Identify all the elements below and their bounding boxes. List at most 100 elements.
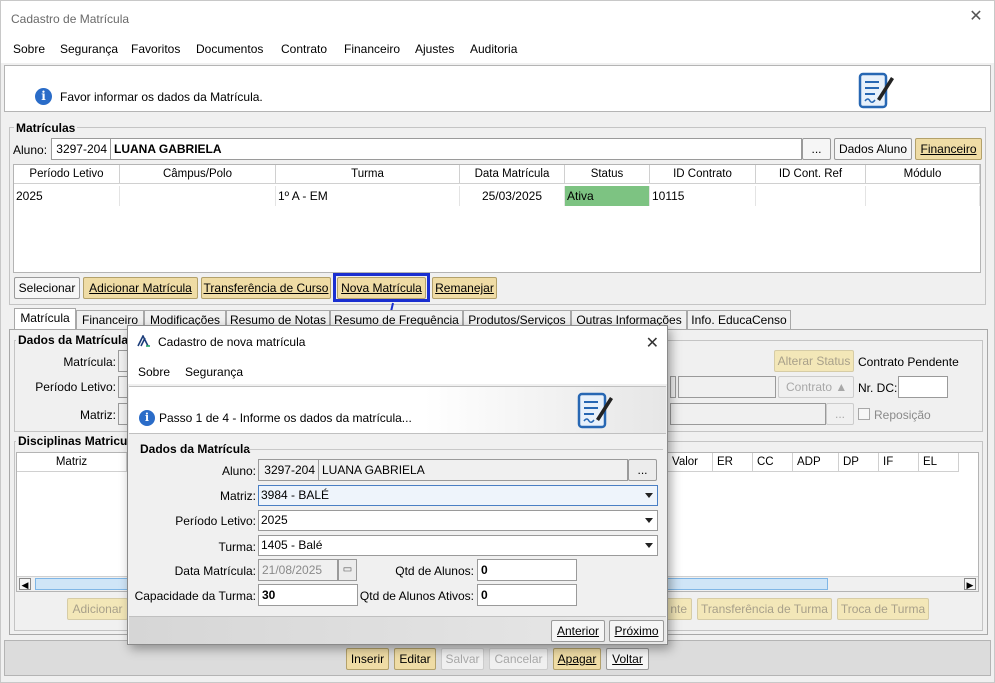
col-header-status[interactable]: Status bbox=[565, 165, 650, 184]
aluno-name-field[interactable]: LUANA GABRIELA bbox=[110, 138, 802, 160]
contrato-label: Contrato bbox=[786, 380, 833, 394]
document-edit-icon bbox=[858, 72, 894, 109]
periodo-label: Período Letivo: bbox=[35, 380, 116, 394]
dialog-menu-sobre[interactable]: Sobre bbox=[138, 365, 170, 379]
col-header-campus[interactable]: Câmpus/Polo bbox=[120, 165, 276, 184]
cell-status: Ativa bbox=[565, 186, 650, 206]
dialog-group-label: Dados da Matrícula bbox=[140, 442, 251, 456]
col-header-if[interactable]: IF bbox=[879, 453, 919, 472]
dialog-title-bar: Cadastro de nova matrícula ✕ bbox=[128, 326, 667, 358]
adicionar-matricula-button[interactable]: Adicionar Matrícula bbox=[83, 277, 198, 299]
menu-auditoria[interactable]: Auditoria bbox=[470, 42, 517, 56]
menu-seguranca[interactable]: Segurança bbox=[60, 42, 118, 56]
troca-turma-button[interactable]: Troca de Turma bbox=[837, 598, 929, 620]
selecionar-button[interactable]: Selecionar bbox=[14, 277, 80, 299]
menu-ajustes[interactable]: Ajustes bbox=[415, 42, 454, 56]
col-header-cc[interactable]: CC bbox=[753, 453, 793, 472]
inserir-button[interactable]: Inserir bbox=[346, 648, 389, 670]
matricula-label: Matrícula: bbox=[63, 355, 116, 369]
col-header-turma[interactable]: Turma bbox=[276, 165, 460, 184]
remanejar-button[interactable]: Remanejar bbox=[432, 277, 497, 299]
menu-contrato[interactable]: Contrato bbox=[281, 42, 327, 56]
alterar-status-button[interactable]: Alterar Status bbox=[774, 350, 854, 372]
scroll-left-icon[interactable]: ◀ bbox=[19, 578, 31, 590]
col-header-id-ref[interactable]: ID Cont. Ref bbox=[756, 165, 866, 184]
field-stub-1[interactable] bbox=[670, 376, 676, 398]
dialog-qtd-ativos-field[interactable]: 0 bbox=[477, 584, 577, 606]
dialog-menu-seguranca[interactable]: Segurança bbox=[185, 365, 243, 379]
proximo-button[interactable]: Próximo bbox=[609, 620, 664, 642]
dados-aluno-button[interactable]: Dados Aluno bbox=[834, 138, 912, 160]
aluno-search-button[interactable]: ... bbox=[802, 138, 831, 160]
col-header-dp[interactable]: DP bbox=[839, 453, 879, 472]
chevron-down-icon bbox=[645, 543, 653, 548]
dialog-step-text: Passo 1 de 4 - Informe os dados da matrí… bbox=[159, 411, 412, 425]
dialog-qtd-label: Qtd de Alunos: bbox=[395, 564, 474, 578]
table-row[interactable]: 2025 1º A - EM 25/03/2025 Ativa 10115 bbox=[14, 186, 980, 206]
close-icon[interactable]: ✕ bbox=[968, 9, 984, 25]
reposicao-checkbox[interactable] bbox=[858, 408, 870, 420]
voltar-button[interactable]: Voltar bbox=[606, 648, 649, 670]
dialog-step-header: i Passo 1 de 4 - Informe os dados da mat… bbox=[129, 386, 666, 434]
col-header-er[interactable]: ER bbox=[713, 453, 753, 472]
dialog-qtd-field[interactable]: 0 bbox=[477, 559, 577, 581]
reposicao-label: Reposição bbox=[874, 408, 931, 422]
col-header-modulo[interactable]: Módulo bbox=[866, 165, 980, 184]
matriz-search-button[interactable]: ... bbox=[826, 403, 854, 425]
anterior-button[interactable]: Anterior bbox=[551, 620, 605, 642]
col-header-valor[interactable]: Valor bbox=[667, 453, 713, 472]
menu-favoritos[interactable]: Favoritos bbox=[131, 42, 180, 56]
title-bar: Cadastro de Matrícula ✕ bbox=[1, 1, 994, 35]
col-header-periodo[interactable]: Período Letivo bbox=[14, 165, 120, 184]
dialog-data-field[interactable]: 21/08/2025 bbox=[258, 559, 338, 581]
field-stub-3[interactable] bbox=[670, 403, 826, 425]
col-header-el[interactable]: EL bbox=[919, 453, 959, 472]
info-icon: i bbox=[35, 88, 52, 105]
dialog-capacidade-label: Capacidade da Turma: bbox=[134, 589, 256, 603]
nr-dc-label: Nr. DC: bbox=[858, 381, 898, 395]
col-header-data[interactable]: Data Matrícula bbox=[460, 165, 565, 184]
salvar-button[interactable]: Salvar bbox=[441, 648, 484, 670]
dialog-capacidade-field[interactable]: 30 bbox=[258, 584, 358, 606]
dialog-aluno-search-button[interactable]: ... bbox=[628, 459, 657, 481]
field-stub-2[interactable] bbox=[678, 376, 776, 398]
cancelar-button[interactable]: Cancelar bbox=[489, 648, 548, 670]
dialog-matriz-select[interactable]: 3984 - BALÉ bbox=[258, 485, 658, 506]
menu-sobre[interactable]: Sobre bbox=[13, 42, 45, 56]
adicionar-disciplina-button[interactable]: Adicionar bbox=[67, 598, 128, 620]
col-header-adp[interactable]: ADP bbox=[793, 453, 839, 472]
tab-info-educacenso[interactable]: Info. EducaCenso bbox=[687, 310, 791, 329]
dialog-periodo-value: 2025 bbox=[261, 513, 288, 527]
cell-id-contrato: 10115 bbox=[650, 186, 756, 206]
contrato-button[interactable]: Contrato ▲ bbox=[778, 376, 854, 398]
dialog-periodo-select[interactable]: 2025 bbox=[258, 510, 658, 531]
cell-periodo: 2025 bbox=[14, 186, 120, 206]
editar-button[interactable]: Editar bbox=[394, 648, 436, 670]
aluno-code-field[interactable]: 3297-204 bbox=[51, 138, 111, 160]
dialog-turma-value: 1405 - Balé bbox=[261, 538, 323, 552]
dados-group-label: Dados da Matrícula bbox=[16, 333, 131, 347]
dialog-aluno-name[interactable]: LUANA GABRIELA bbox=[318, 459, 628, 481]
window-title: Cadastro de Matrícula bbox=[11, 12, 130, 26]
menu-financeiro[interactable]: Financeiro bbox=[344, 42, 400, 56]
calendar-icon[interactable]: ▭ bbox=[338, 559, 357, 581]
menu-documentos[interactable]: Documentos bbox=[196, 42, 263, 56]
col-header-matriz[interactable]: Matriz bbox=[17, 453, 127, 472]
dialog-info-icon: i bbox=[139, 410, 155, 426]
cell-modulo bbox=[866, 186, 980, 206]
financeiro-button[interactable]: Financeiro bbox=[915, 138, 982, 160]
transferencia-curso-button[interactable]: Transferência de Curso bbox=[201, 277, 331, 299]
nr-dc-field[interactable] bbox=[898, 376, 948, 398]
dialog-close-icon[interactable]: ✕ bbox=[646, 333, 659, 353]
cell-campus bbox=[120, 186, 276, 206]
apagar-button[interactable]: Apagar bbox=[553, 648, 601, 670]
dialog-aluno-code[interactable]: 3297-204 bbox=[258, 459, 319, 481]
cell-data: 25/03/2025 bbox=[460, 186, 565, 206]
nova-matricula-button[interactable]: Nova Matrícula bbox=[337, 277, 426, 299]
tab-matricula[interactable]: Matrícula bbox=[14, 308, 76, 330]
col-header-id-contrato[interactable]: ID Contrato bbox=[650, 165, 756, 184]
chevron-down-icon bbox=[645, 518, 653, 523]
scroll-right-icon[interactable]: ▶ bbox=[964, 578, 976, 590]
transferencia-turma-button[interactable]: Transferência de Turma bbox=[697, 598, 832, 620]
dialog-turma-select[interactable]: 1405 - Balé bbox=[258, 535, 658, 556]
